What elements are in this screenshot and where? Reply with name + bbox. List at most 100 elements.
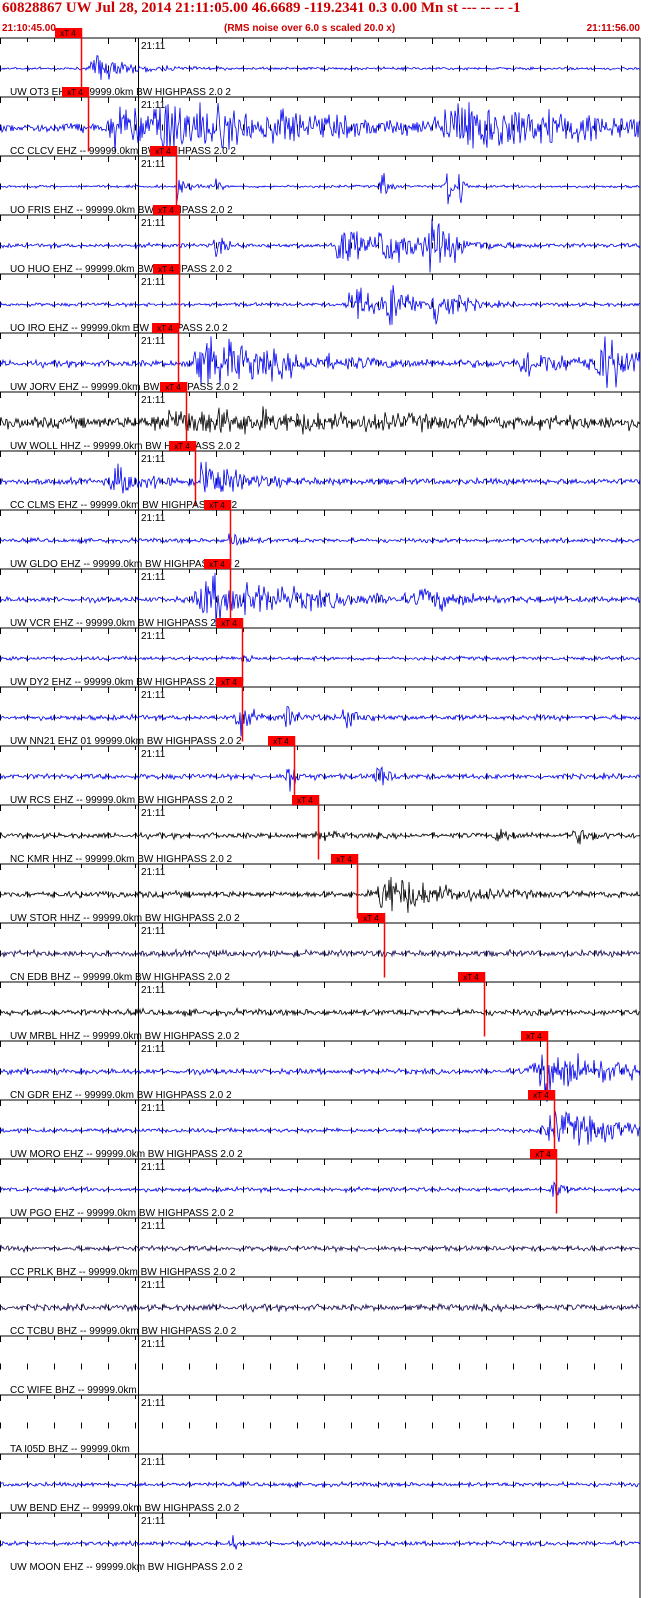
pick-label: xT 4 xyxy=(67,88,83,97)
station-label: NC KMR HHZ -- 99999.0km BW HIGHPASS 2.0 … xyxy=(10,854,233,865)
trace-9: 21:11 xT 4 UW VCR EHZ -- 99999.0km BW HIGH… xyxy=(0,559,641,629)
station-label: UW MOON EHZ -- 99999.0km BW HIGHPASS 2.0… xyxy=(10,1562,243,1573)
minute-label: 21:11 xyxy=(141,1221,166,1232)
pick-label: xT 4 xyxy=(174,442,190,451)
trace-24: 21:11 UW BEND EHZ -- 99999.0km BW HIGHPAS… xyxy=(0,1453,640,1514)
station-label: CC CLCV EHZ -- 99999.0km BW HIGHPASS 2.0… xyxy=(10,146,236,157)
pick-label: xT 4 xyxy=(363,914,379,923)
pick-label: xT 4 xyxy=(533,1091,549,1100)
waveform xyxy=(0,1006,641,1018)
station-label: UO FRIS EHZ -- 99999.0km BW HIGHPASS 2.0… xyxy=(10,205,233,216)
trace-25: 21:11 UW MOON EHZ -- 99999.0km BW HIGHPAS… xyxy=(0,1512,641,1573)
station-label: UW NN21 EHZ 01 99999.0km BW HIGHPASS 2.0… xyxy=(10,736,242,747)
waveform xyxy=(0,533,641,546)
minute-label: 21:11 xyxy=(141,1457,166,1468)
minute-label: 21:11 xyxy=(141,631,166,642)
pick-label: xT 4 xyxy=(297,796,313,805)
waveform xyxy=(0,654,641,663)
station-label: CN EDB BHZ -- 99999.0km BW HIGHPASS 2.0 … xyxy=(10,972,230,983)
minute-label: 21:11 xyxy=(141,41,166,52)
station-label: CC PRLK BHZ -- 99999.0km BW HIGHPASS 2.0… xyxy=(10,1267,236,1278)
pick-label: xT 4 xyxy=(158,206,174,215)
minute-label: 21:11 xyxy=(141,1339,166,1350)
station-label: CC WIFE BHZ -- 99999.0km xyxy=(10,1385,137,1396)
waveform xyxy=(0,828,641,845)
trace-14: 21:11 xT 4 UW STOR HHZ -- 99999.0km BW HIG… xyxy=(0,854,641,924)
pick-label: xT 4 xyxy=(463,973,479,982)
waveform xyxy=(0,1181,641,1197)
station-label: UW BEND EHZ -- 99999.0km BW HIGHPASS 2.0… xyxy=(10,1503,240,1514)
minute-label: 21:11 xyxy=(141,513,166,524)
minute-label: 21:11 xyxy=(141,336,166,347)
trace-20: 21:11 CC PRLK BHZ -- 99999.0km BW HIGHPAS… xyxy=(0,1217,641,1278)
minute-label: 21:11 xyxy=(141,1162,166,1173)
station-label: CC CLMS EHZ -- 99999.0km BW HIGHPASS 2.0… xyxy=(10,500,238,511)
minute-label: 21:11 xyxy=(141,277,166,288)
waveform xyxy=(0,876,641,913)
station-label: UW OT3 EHZ -- 99999.0km BW HIGHPASS 2.0 … xyxy=(10,87,231,98)
minute-label: 21:11 xyxy=(141,749,166,760)
trace-13: 21:11 xT 4 NC KMR HHZ -- 99999.0km BW HIGH… xyxy=(0,795,641,865)
minute-label: 21:11 xyxy=(141,1280,166,1291)
station-label: UW PGO EHZ -- 99999.0km BW HIGHPASS 2.0 … xyxy=(10,1208,234,1219)
minute-label: 21:11 xyxy=(141,1044,166,1055)
waveform xyxy=(0,1535,641,1550)
minute-label: 21:11 xyxy=(141,926,166,937)
waveform xyxy=(0,55,641,80)
minute-label: 21:11 xyxy=(141,395,166,406)
waveform xyxy=(0,1110,641,1146)
minute-label: 21:11 xyxy=(141,159,166,170)
station-label: UW DY2 EHZ -- 99999.0km BW HIGHPASS 2.0 … xyxy=(10,677,231,688)
seismogram-plot: 21:11xT 4UW OT3 EHZ -- 99999.0km BW HIGH… xyxy=(0,28,641,1598)
minute-label: 21:11 xyxy=(141,1516,166,1527)
trace-1: 21:11xT 4CC CLCV EHZ -- 99999.0km BW HIG… xyxy=(0,87,641,157)
station-label: UW MRBL HHZ -- 99999.0km BW HIGHPASS 2.0… xyxy=(10,1031,240,1042)
pick-label: xT 4 xyxy=(209,560,225,569)
trace-23: 21:11 TA I05D BHZ -- 99999.0km xyxy=(0,1394,640,1455)
waveform xyxy=(0,406,641,435)
pick-label: xT 4 xyxy=(158,265,174,274)
trace-11: 21:11 xT 4 UW NN21 EHZ 01 99999.0km BW HIG… xyxy=(0,677,641,747)
trace-5: 21:11xT 4UW JORV EHZ -- 99999.0km BW HIG… xyxy=(0,323,641,393)
minute-label: 21:11 xyxy=(141,218,166,229)
trace-12: 21:11 xT 4 UW RCS EHZ -- 99999.0km BW HIGH… xyxy=(0,736,641,806)
waveform xyxy=(0,1302,641,1313)
trace-4: 21:11xT 4UO IRO EHZ -- 99999.0km BW HIGH… xyxy=(0,264,641,334)
pick-label: xT 4 xyxy=(165,383,181,392)
minute-label: 21:11 xyxy=(141,100,166,111)
trace-6: 21:11xT 4UW WOLL HHZ -- 99999.0km BW HIG… xyxy=(0,382,641,452)
waveform xyxy=(0,461,641,494)
trace-3: 21:11xT 4UO HUO EHZ -- 99999.0km BW HIGH… xyxy=(0,205,641,275)
station-label: CN GDR EHZ -- 99999.0km BW HIGHPASS 2.0 … xyxy=(10,1090,232,1101)
waveform xyxy=(0,765,641,792)
pick-label: xT 4 xyxy=(209,501,225,510)
station-label: UW WOLL HHZ -- 99999.0km BW HIGHPASS 2.0… xyxy=(10,441,240,452)
pick-label: xT 4 xyxy=(273,737,289,746)
station-label: UO IRO EHZ -- 99999.0km BW HIGHPASS 2.0 … xyxy=(10,323,228,334)
trace-22: 21:11 CC WIFE BHZ -- 99999.0km xyxy=(0,1335,640,1396)
pick-label: xT 4 xyxy=(221,678,237,687)
trace-10: 21:11 xT 4UW DY2 EHZ -- 99999.0km BW HIGH… xyxy=(0,618,641,688)
minute-label: 21:11 xyxy=(141,572,166,583)
station-label: CC TCBU BHZ -- 99999.0km BW HIGHPASS 2.0… xyxy=(10,1326,237,1337)
minute-label: 21:11 xyxy=(141,1103,166,1114)
pick-label: xT 4 xyxy=(157,324,173,333)
station-label: UO HUO EHZ -- 99999.0km BW HIGHPASS 2.0 … xyxy=(10,264,233,275)
station-label: UW VCR EHZ -- 99999.0km BW HIGHPASS 2.0 … xyxy=(10,618,233,629)
trace-19: 21:11 xT 4 UW PGO EHZ -- 99999.0km BW HIGH… xyxy=(0,1149,641,1219)
pick-label: xT 4 xyxy=(526,1032,542,1041)
station-label: UW RCS EHZ -- 99999.0km BW HIGHPASS 2.0 … xyxy=(10,795,233,806)
waveform xyxy=(0,285,641,326)
pick-label: xT 4 xyxy=(535,1150,551,1159)
waveform xyxy=(0,948,641,959)
trace-0: 21:11 xT 4UW OT3 EHZ -- 99999.0km BW HIGH… xyxy=(0,28,641,98)
pick-label: xT 4 xyxy=(155,147,171,156)
minute-label: 21:11 xyxy=(141,808,166,819)
station-label: UW JORV EHZ -- 99999.0km BW HIGHPASS 2.0… xyxy=(10,382,238,393)
station-label: UW STOR HHZ -- 99999.0km BW HIGHPASS 2.0… xyxy=(10,913,240,924)
minute-label: 21:11 xyxy=(141,1398,166,1409)
minute-label: 21:11 xyxy=(141,867,166,878)
trace-8: 21:11xT 4UW GLDO EHZ -- 99999.0km BW HIG… xyxy=(0,500,641,570)
minute-label: 21:11 xyxy=(141,454,166,465)
trace-7: 21:11xT 4CC CLMS EHZ -- 99999.0km BW HIG… xyxy=(0,441,641,511)
